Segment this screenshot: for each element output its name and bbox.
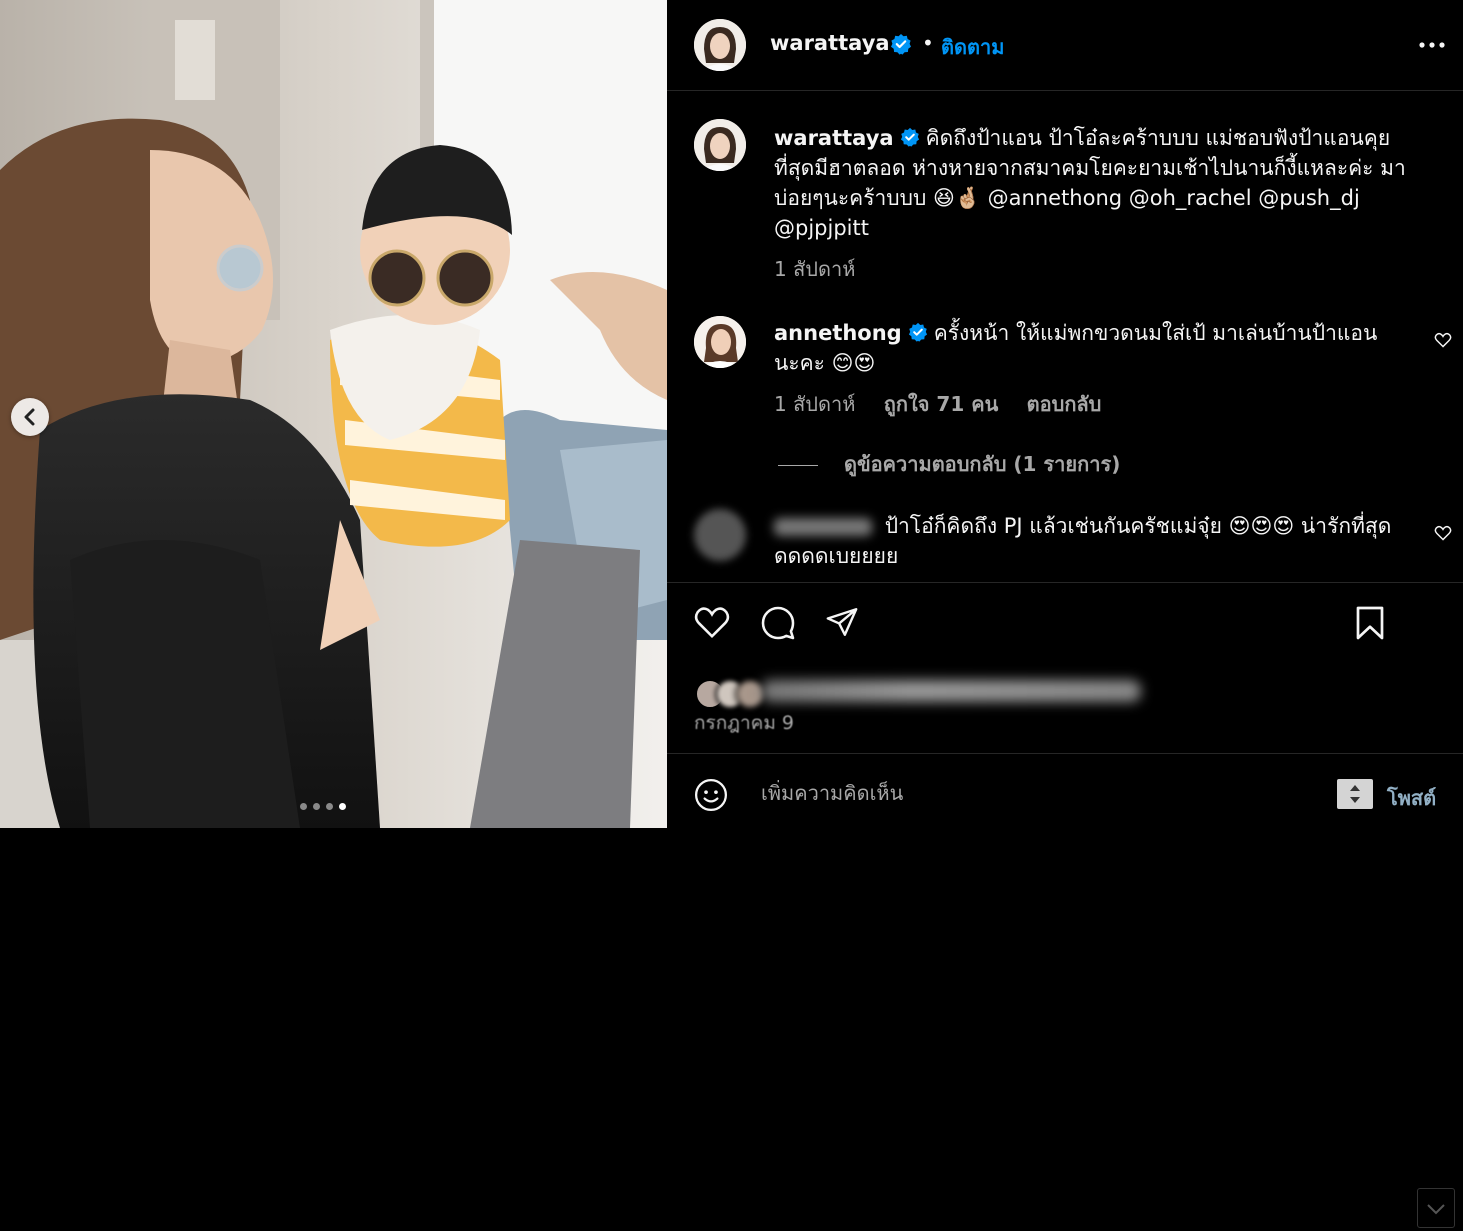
verified-badge-icon bbox=[891, 34, 911, 55]
comment-like-heart-icon[interactable] bbox=[1434, 332, 1452, 348]
liked-by-summary[interactable] bbox=[695, 676, 1295, 709]
panel-scroll-button[interactable] bbox=[1417, 1188, 1455, 1228]
previous-image-button[interactable] bbox=[11, 398, 49, 436]
follow-button[interactable]: ติดตาม bbox=[941, 31, 1004, 63]
liked-by-text-blurred bbox=[761, 680, 1141, 702]
comment-like-heart-icon[interactable] bbox=[1434, 525, 1452, 541]
carousel-dot-active bbox=[339, 803, 346, 810]
comment-input[interactable] bbox=[759, 780, 1283, 806]
chevron-down-icon bbox=[1427, 1204, 1445, 1215]
post-header: warattaya • ติดตาม bbox=[667, 0, 1463, 91]
caption-time: 1 สัปดาห์ bbox=[774, 257, 856, 281]
post-actions-bar bbox=[667, 582, 1463, 1228]
commenter-username[interactable] bbox=[774, 518, 872, 536]
carousel-indicator bbox=[300, 803, 346, 810]
carousel-dot bbox=[326, 803, 333, 810]
comments-list[interactable]: warattaya คิดถึงป้าแอน ป้าโอ๋ละคร้าบบบ แ… bbox=[667, 91, 1463, 581]
commenter-avatar[interactable] bbox=[694, 509, 746, 561]
reply-button[interactable]: ตอบกลับ bbox=[1027, 392, 1102, 416]
post-details-panel: warattaya • ติดตาม warattaya คิดถึงป้าแอ… bbox=[667, 0, 1463, 1228]
scroll-arrows[interactable] bbox=[1337, 779, 1373, 809]
caption-text-block: warattaya คิดถึงป้าแอน ป้าโอ๋ละคร้าบบบ แ… bbox=[774, 123, 1424, 243]
comment-text-block: ป้าโอ๋ก็คิดถึง PJ แล้วเช่นกันครัชแม่จุ๋ย… bbox=[774, 511, 1424, 571]
comment-meta: 1 สัปดาห์ ถูกใจ 71 คน ตอบกลับ bbox=[774, 388, 1123, 420]
avatar-image bbox=[694, 19, 746, 71]
bookmark-icon[interactable] bbox=[1355, 605, 1385, 641]
verified-badge-icon bbox=[900, 127, 919, 147]
photo-illustration bbox=[0, 0, 667, 828]
replies-divider-line bbox=[778, 465, 818, 466]
view-replies-button[interactable]: ดูข้อความตอบกลับ (1 รายการ) bbox=[778, 448, 1120, 480]
post-comment-button[interactable]: โพสต์ bbox=[1387, 782, 1436, 814]
post-date: กรกฎาคม 9 bbox=[694, 712, 795, 734]
chevron-left-icon bbox=[24, 408, 35, 426]
caption-username[interactable]: warattaya bbox=[774, 126, 894, 150]
caption-avatar[interactable] bbox=[694, 119, 746, 171]
author-username[interactable]: warattaya bbox=[770, 31, 890, 55]
author-avatar[interactable] bbox=[694, 19, 746, 71]
comment-likes-count[interactable]: ถูกใจ 71 คน bbox=[884, 392, 999, 416]
comment-time: 1 สัปดาห์ bbox=[774, 392, 856, 416]
separator-dot: • bbox=[922, 31, 934, 55]
caption-meta: 1 สัปดาห์ bbox=[774, 253, 877, 285]
share-icon[interactable] bbox=[824, 605, 860, 639]
heart-icon[interactable] bbox=[694, 605, 730, 639]
comment-text-block: annethong ครั้งหน้า ให้แม่พกขวดนมใส่เป้ … bbox=[774, 318, 1424, 378]
comment-icon[interactable] bbox=[760, 605, 796, 641]
emoji-icon[interactable] bbox=[694, 778, 728, 812]
scroll-arrows-icon bbox=[1350, 785, 1360, 803]
commenter-username[interactable]: annethong bbox=[774, 321, 902, 345]
view-replies-label: ดูข้อความตอบกลับ (1 รายการ) bbox=[844, 452, 1121, 476]
post-photo bbox=[0, 0, 667, 828]
more-options-icon[interactable] bbox=[1419, 35, 1445, 55]
carousel-dot bbox=[300, 803, 307, 810]
commenter-avatar[interactable] bbox=[694, 316, 746, 368]
verified-badge-icon bbox=[908, 322, 927, 342]
add-comment-bar: โพสต์ bbox=[667, 753, 1463, 829]
avatar-image bbox=[694, 316, 746, 368]
avatar-image bbox=[694, 119, 746, 171]
carousel-dot bbox=[313, 803, 320, 810]
